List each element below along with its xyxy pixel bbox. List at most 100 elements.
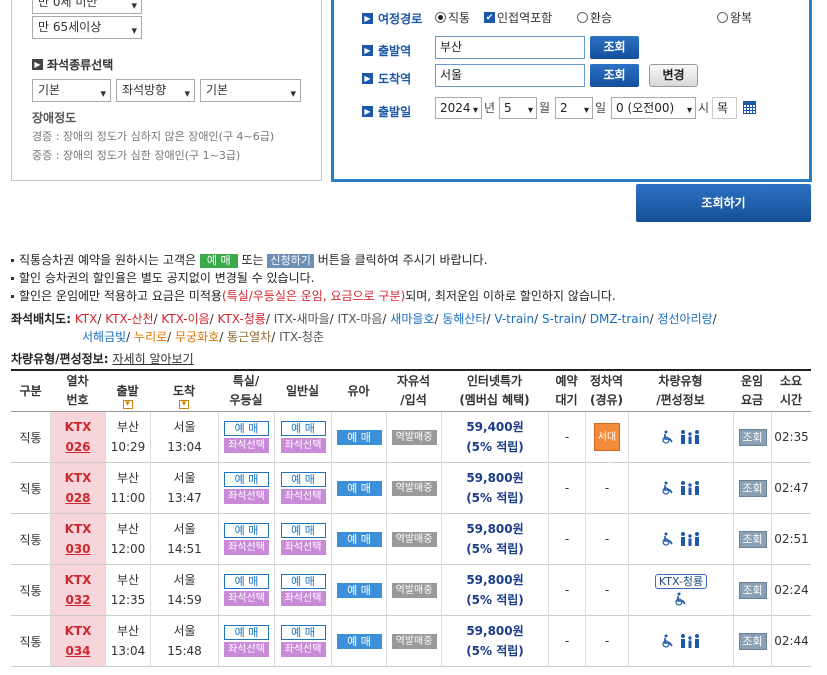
notice-discount-fare: 할인은 운임에만 적용하고 요금은 미적용(특실/우등실은 운임, 요금으로 구… [11, 287, 616, 304]
seat-layout-link[interactable]: KTX-이음 [161, 312, 209, 326]
cell-fare: 조회 [733, 514, 771, 565]
month-select[interactable]: 5 ▾ [499, 97, 537, 119]
special-seat-select-button[interactable]: 좌석선택 [224, 591, 269, 606]
vehicle-info: 차량유형/편성정보: 자세히 알아보기 [11, 350, 194, 367]
discount-select[interactable]: 만 0세 미만 ▾ [32, 0, 142, 14]
duration-value: 02:51 [774, 532, 809, 546]
normal-seat-select-button[interactable]: 좌석선택 [280, 540, 326, 555]
seat-layout-link[interactable]: ITX-마음 [338, 312, 383, 326]
hour-select[interactable]: 0 (오전00) ▾ [611, 97, 696, 119]
cell-standing: 역발매중 [386, 565, 441, 616]
calendar-icon[interactable] [743, 101, 756, 114]
discount-select-value: 만 0세 미만 [38, 0, 98, 9]
seat-layout-link[interactable]: S-train [542, 312, 582, 326]
seat-layout-link[interactable]: KTX-청룡 [218, 312, 266, 326]
cell-special: 예 매좌석선택 [218, 565, 274, 616]
normal-seat-select-button[interactable]: 좌석선택 [280, 438, 326, 453]
infant-reserve-button[interactable]: 예 매 [336, 633, 382, 649]
departure-lookup-button[interactable]: 조회 [590, 36, 639, 59]
seat-layout-link[interactable]: 서해금빛 [82, 330, 126, 344]
seat-layout-link[interactable]: 무궁화호 [175, 330, 219, 344]
seat-layout-link[interactable]: 동해산타 [442, 312, 486, 326]
fare-view-button[interactable]: 조회 [738, 428, 767, 446]
arrival-label: ▶ 도착역 [362, 70, 411, 87]
route-direct-option[interactable]: 직통 [435, 9, 470, 26]
radio-icon[interactable] [577, 12, 588, 23]
special-reserve-button[interactable]: 예 매 [224, 625, 269, 640]
swap-stations-button[interactable]: 변경 [649, 64, 698, 87]
special-reserve-button[interactable]: 예 매 [224, 472, 269, 487]
seat-grade-select[interactable]: 기본 ▾ [32, 79, 111, 102]
notice-3-red: (특실/우등실은 운임, 요금으로 구분) [221, 289, 406, 303]
infant-reserve-button[interactable]: 예 매 [336, 429, 382, 445]
radio-selected-icon[interactable] [435, 12, 446, 23]
special-seat-select-button[interactable]: 좌석선택 [224, 489, 269, 504]
search-trains-button[interactable]: 조회하기 [636, 184, 811, 222]
vehicle-info-link[interactable]: 자세히 알아보기 [113, 352, 194, 366]
special-seat-select-button[interactable]: 좌석선택 [224, 438, 269, 453]
infant-reserve-button[interactable]: 예 매 [336, 531, 382, 547]
route-transfer-option[interactable]: 환승 [577, 9, 612, 26]
seat-position-value: 기본 [206, 83, 229, 97]
cell-internet: 59,800원 (5% 적립) [441, 463, 548, 514]
special-reserve-button[interactable]: 예 매 [224, 421, 269, 436]
special-seat-select-button[interactable]: 좌석선택 [224, 540, 269, 555]
seat-layout-link[interactable]: 통근열차 [227, 330, 271, 344]
stopover-station-badge[interactable]: 서대구 [594, 423, 620, 471]
seat-layout-link[interactable]: V-train [494, 312, 534, 326]
normal-seat-select-button[interactable]: 좌석선택 [280, 642, 326, 657]
arrival-lookup-button[interactable]: 조회 [590, 64, 639, 87]
route-roundtrip-option[interactable]: 왕복 [717, 9, 752, 26]
day-select[interactable]: 2 ▾ [555, 97, 593, 119]
train-number-link[interactable]: 034 [65, 641, 90, 661]
nearby-station-option[interactable]: ✔ 인접역포함 [484, 9, 552, 26]
normal-reserve-button[interactable]: 예 매 [280, 523, 326, 538]
infant-reserve-button[interactable]: 예 매 [336, 480, 382, 496]
sort-icon[interactable]: ▾ [179, 400, 189, 409]
infant-reserve-button[interactable]: 예 매 [336, 582, 382, 598]
fare-view-button[interactable]: 조회 [738, 530, 767, 548]
normal-reserve-button[interactable]: 예 매 [280, 421, 326, 436]
seat-layout-link[interactable]: KTX-산천 [105, 312, 153, 326]
seat-layout-link[interactable]: DMZ-train [590, 312, 650, 326]
train-number-link[interactable]: 026 [65, 437, 90, 457]
cell-dep: 부산 10:29 [105, 412, 150, 463]
train-number-link[interactable]: 032 [65, 590, 90, 610]
seat-layout-link[interactable]: ITX-청춘 [279, 330, 324, 344]
vehicle-icons [661, 480, 701, 496]
sort-icon[interactable]: ▾ [122, 400, 133, 409]
checkbox-checked-icon[interactable]: ✔ [484, 12, 495, 23]
fare-view-button[interactable]: 조회 [738, 632, 767, 650]
seat-position-select[interactable]: 기본 ▾ [200, 79, 301, 102]
seat-direction-select[interactable]: 좌석방향 ▾ [116, 79, 195, 102]
fare-view-button[interactable]: 조회 [738, 581, 767, 599]
age-select[interactable]: 만 65세이상 ▾ [32, 16, 142, 39]
fare-view-button[interactable]: 조회 [738, 479, 767, 497]
seat-layout-link[interactable]: 새마을호 [390, 312, 434, 326]
normal-reserve-button[interactable]: 예 매 [280, 574, 326, 589]
normal-reserve-button[interactable]: 예 매 [280, 472, 326, 487]
departure-station-input[interactable]: 부산 [435, 36, 585, 59]
seat-layout-link[interactable]: 누리로 [134, 330, 167, 344]
header-normal: 일반실 [274, 371, 331, 412]
seat-layout-label: 좌석배치도: [11, 312, 71, 326]
internet-price: 59,800원 [466, 471, 524, 485]
normal-reserve-button[interactable]: 예 매 [280, 625, 326, 640]
train-number-link[interactable]: 030 [65, 539, 90, 559]
cell-type: 직통 [11, 616, 50, 667]
arr-station: 서울 [173, 420, 196, 434]
special-reserve-button[interactable]: 예 매 [224, 574, 269, 589]
train-number-link[interactable]: 028 [65, 488, 90, 508]
seat-layout-link[interactable]: KTX [75, 312, 98, 326]
radio-icon[interactable] [717, 12, 728, 23]
special-reserve-button[interactable]: 예 매 [224, 523, 269, 538]
header-internet-text: 인터넷특가 (멤버십 혜택) [459, 374, 530, 407]
normal-seat-select-button[interactable]: 좌석선택 [280, 591, 326, 606]
standing-status-badge: 역발매중 [391, 633, 437, 649]
arrival-station-input[interactable]: 서울 [435, 64, 585, 87]
seat-layout-link[interactable]: 정선아리랑 [657, 312, 712, 326]
seat-layout-link[interactable]: ITX-새마을 [274, 312, 330, 326]
normal-seat-select-button[interactable]: 좌석선택 [280, 489, 326, 504]
special-seat-select-button[interactable]: 좌석선택 [224, 642, 269, 657]
year-select[interactable]: 2024 ▾ [435, 97, 482, 119]
